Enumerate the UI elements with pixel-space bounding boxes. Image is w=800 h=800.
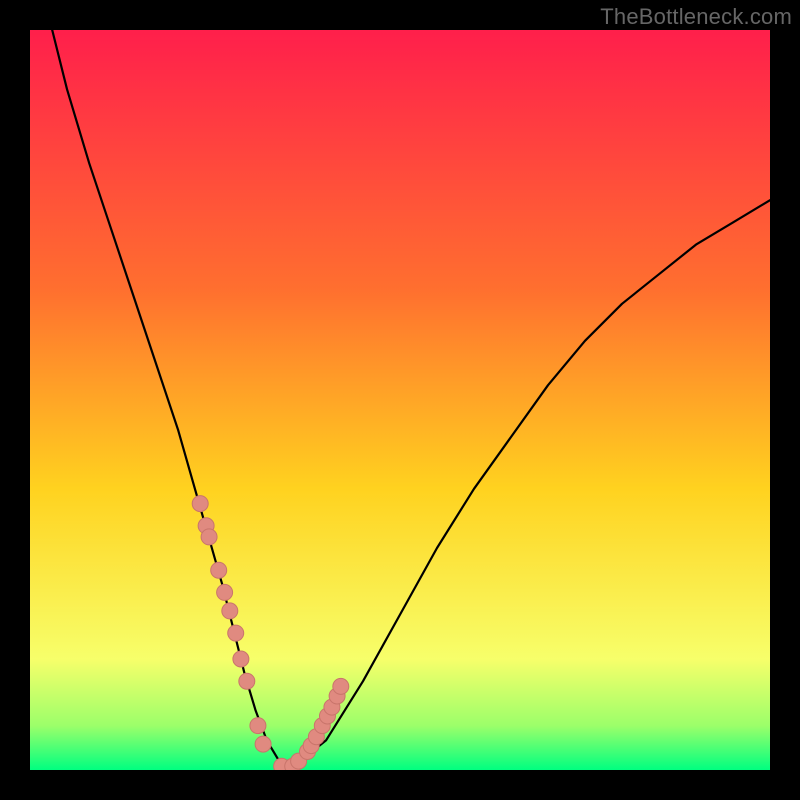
data-point-marker xyxy=(239,673,255,689)
watermark-text: TheBottleneck.com xyxy=(600,4,792,30)
plot-area xyxy=(30,30,770,770)
gradient-background xyxy=(30,30,770,770)
data-point-marker xyxy=(250,718,266,734)
bottleneck-chart xyxy=(30,30,770,770)
data-point-marker xyxy=(333,678,349,694)
data-point-marker xyxy=(222,603,238,619)
data-point-marker xyxy=(201,529,217,545)
data-point-marker xyxy=(255,736,271,752)
data-point-marker xyxy=(217,584,233,600)
data-point-marker xyxy=(233,651,249,667)
data-point-marker xyxy=(192,496,208,512)
data-point-marker xyxy=(228,625,244,641)
chart-frame: TheBottleneck.com xyxy=(0,0,800,800)
data-point-marker xyxy=(211,562,227,578)
